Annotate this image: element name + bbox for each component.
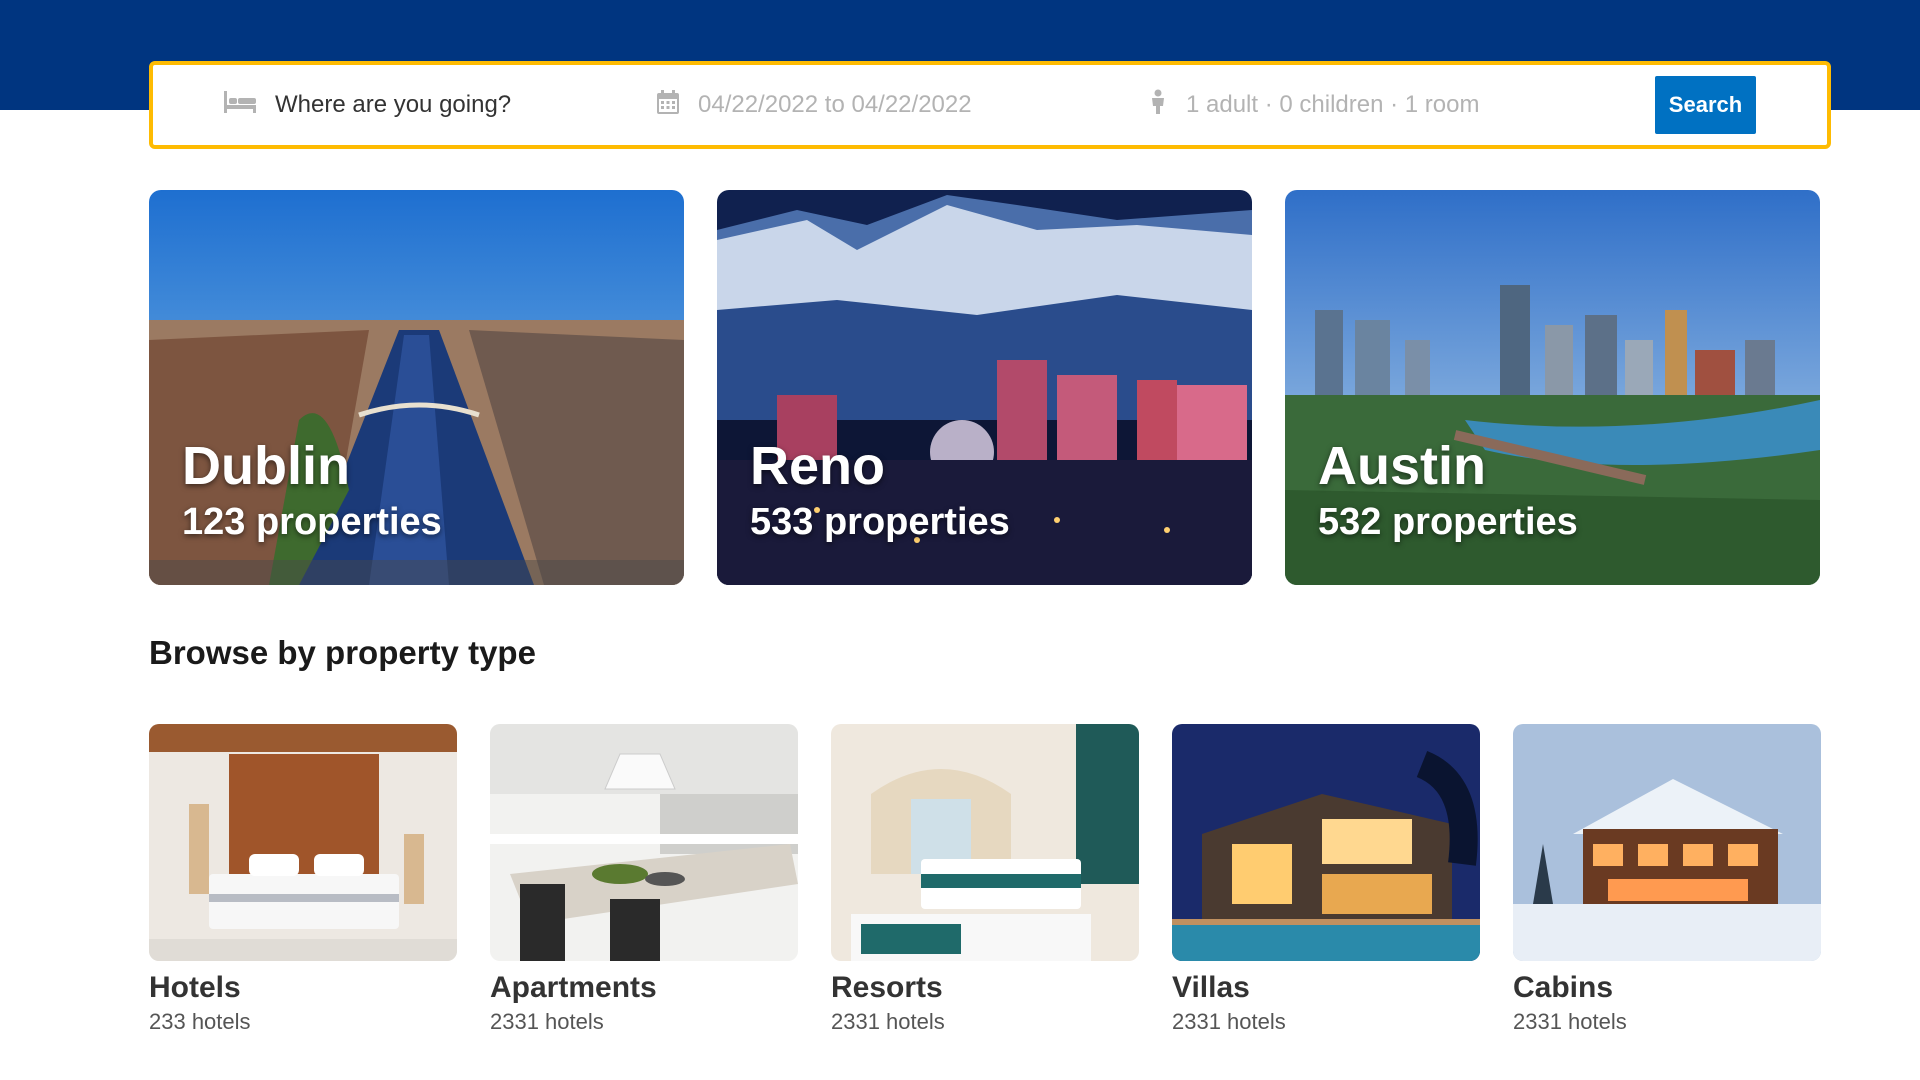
search-bar: Where are you going? 04/22/2022 to 04/22… xyxy=(149,61,1831,149)
property-type-count: 2331 hotels xyxy=(490,1009,604,1034)
city-name: Reno xyxy=(750,436,885,496)
featured-card-reno[interactable]: Reno 533 properties xyxy=(717,190,1252,585)
hotels-image xyxy=(149,724,457,961)
property-type-count: 2331 hotels xyxy=(1172,1009,1286,1034)
property-type-count: 2331 hotels xyxy=(1513,1009,1627,1034)
city-property-count: 123 properties xyxy=(182,501,442,543)
destination-input[interactable]: Where are you going? xyxy=(275,91,511,119)
featured-cities: Dublin 123 properties Reno 533 propertie… xyxy=(149,190,1821,585)
featured-card-dublin[interactable]: Dublin 123 properties xyxy=(149,190,684,585)
date-range-text[interactable]: 04/22/2022 to 04/22/2022 xyxy=(698,91,972,119)
property-type-name: Apartments xyxy=(490,971,657,1004)
property-type-list: Hotels 233 hotels Apartments 2331 hotels xyxy=(149,724,1821,1035)
city-name: Austin xyxy=(1318,436,1486,496)
property-type-villas[interactable]: Villas 2331 hotels xyxy=(1172,724,1480,1035)
property-type-name: Resorts xyxy=(831,971,943,1004)
resorts-image xyxy=(831,724,1139,961)
featured-card-austin[interactable]: Austin 532 properties xyxy=(1285,190,1820,585)
city-property-count: 532 properties xyxy=(1318,501,1578,543)
destination-field[interactable]: Where are you going? xyxy=(223,65,511,145)
bed-icon xyxy=(223,89,257,122)
property-type-resorts[interactable]: Resorts 2331 hotels xyxy=(831,724,1139,1035)
guests-text[interactable]: 1 adult · 0 children · 1 room xyxy=(1186,91,1479,119)
property-type-count: 2331 hotels xyxy=(831,1009,945,1034)
guests-field[interactable]: 1 adult · 0 children · 1 room xyxy=(1148,65,1479,145)
property-type-apartments[interactable]: Apartments 2331 hotels xyxy=(490,724,798,1035)
city-name: Dublin xyxy=(182,436,350,496)
apartments-image xyxy=(490,724,798,961)
date-field[interactable]: 04/22/2022 to 04/22/2022 xyxy=(656,65,972,145)
city-property-count: 533 properties xyxy=(750,501,1010,543)
property-type-count: 233 hotels xyxy=(149,1009,251,1034)
property-type-hotels[interactable]: Hotels 233 hotels xyxy=(149,724,457,1035)
property-type-name: Villas xyxy=(1172,971,1250,1004)
search-button[interactable]: Search xyxy=(1655,76,1756,134)
cabins-image xyxy=(1513,724,1821,961)
calendar-icon xyxy=(656,89,680,122)
property-type-cabins[interactable]: Cabins 2331 hotels xyxy=(1513,724,1821,1035)
villas-image xyxy=(1172,724,1480,961)
property-type-name: Cabins xyxy=(1513,971,1614,1004)
section-title: Browse by property type xyxy=(149,634,536,671)
person-icon xyxy=(1148,89,1168,122)
property-type-name: Hotels xyxy=(149,971,241,1004)
